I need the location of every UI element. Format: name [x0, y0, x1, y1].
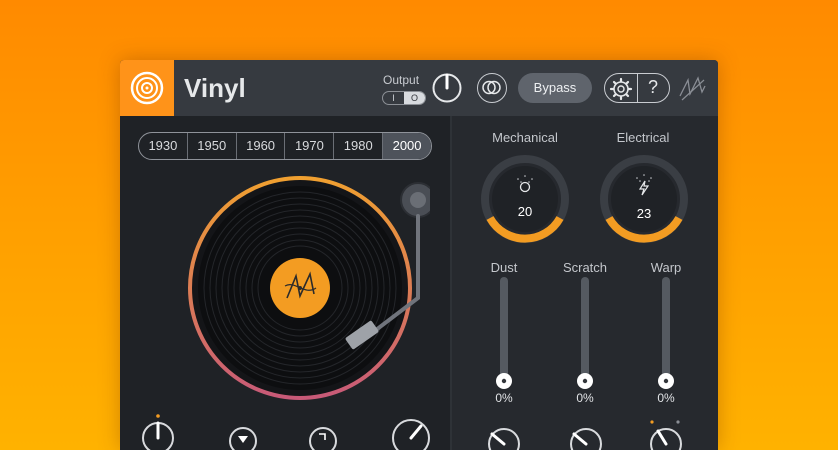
year-2000-button[interactable]: 2000 — [383, 133, 431, 159]
return-button[interactable] — [306, 424, 340, 450]
warp-value: 0% — [657, 391, 675, 405]
bypass-button[interactable]: Bypass — [518, 73, 592, 103]
izotope-logo-icon — [679, 76, 706, 101]
electrical-label: Electrical — [616, 130, 670, 145]
dust-slider-track[interactable] — [500, 277, 508, 381]
tonearm[interactable] — [340, 178, 430, 368]
year-1980-button[interactable]: 1980 — [334, 133, 384, 159]
year-selector: 1930 1950 1960 1970 1980 2000 — [138, 132, 432, 160]
down-arrow-button[interactable] — [226, 424, 260, 450]
overlapping-circles-icon — [482, 80, 501, 95]
year-1970-button[interactable]: 1970 — [285, 133, 335, 159]
scratch-amount-knob[interactable] — [566, 424, 606, 450]
warp-label: Warp — [650, 260, 682, 275]
scratch-slider-track[interactable] — [581, 277, 589, 381]
output-option-off[interactable]: O — [404, 92, 425, 104]
output-toggle[interactable]: I O — [382, 91, 426, 105]
warp-slider-handle[interactable] — [657, 372, 675, 390]
panel-divider — [450, 116, 452, 450]
gear-icon[interactable] — [608, 76, 634, 102]
scratch-label: Scratch — [562, 260, 608, 275]
year-1930-button[interactable]: 1930 — [139, 133, 188, 159]
button-separator — [637, 74, 638, 102]
speed-knob[interactable] — [136, 412, 186, 450]
mechanical-value: 20 — [517, 204, 533, 219]
help-button[interactable]: ? — [642, 77, 664, 98]
output-option-on[interactable]: I — [383, 92, 404, 104]
scratch-slider-handle[interactable] — [576, 372, 594, 390]
corner-arrow-icon — [319, 433, 326, 440]
vinyl-plugin-window: Vinyl Output I O Bypass ? 1930 1950 1960… — [120, 60, 718, 450]
stereo-link-button[interactable] — [477, 73, 507, 103]
triangle-down-icon — [238, 436, 248, 443]
record-icon — [130, 71, 164, 105]
mechanical-label: Mechanical — [492, 130, 558, 145]
dust-value: 0% — [495, 391, 513, 405]
dust-slider-handle[interactable] — [495, 372, 513, 390]
electrical-knob[interactable] — [599, 154, 689, 244]
dust-label: Dust — [490, 260, 518, 275]
tonearm-headshell[interactable] — [345, 320, 379, 350]
warp-slider-track[interactable] — [662, 277, 670, 381]
mechanical-knob[interactable] — [480, 154, 570, 244]
year-1960-button[interactable]: 1960 — [237, 133, 286, 159]
vinyl-logo — [120, 60, 174, 116]
plugin-header: Vinyl Output I O Bypass ? — [120, 60, 718, 116]
scratch-value: 0% — [576, 391, 594, 405]
warp-amount-knob[interactable] — [646, 416, 686, 450]
dust-amount-knob[interactable] — [484, 424, 524, 450]
year-1950-button[interactable]: 1950 — [188, 133, 237, 159]
output-label: Output — [383, 73, 420, 87]
electrical-value: 23 — [636, 206, 652, 221]
level-knob[interactable] — [390, 416, 432, 450]
output-knob[interactable] — [431, 72, 463, 104]
plugin-title: Vinyl — [184, 73, 246, 103]
